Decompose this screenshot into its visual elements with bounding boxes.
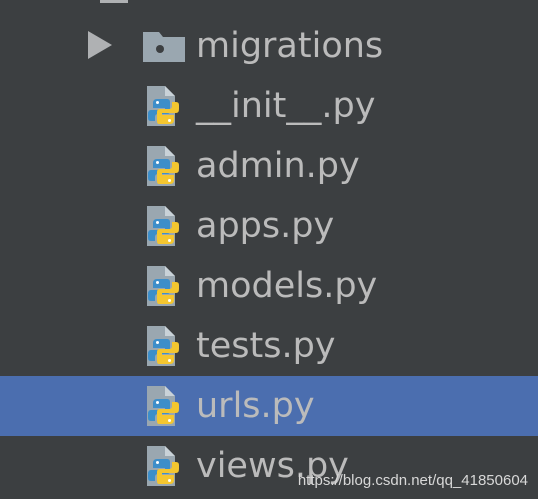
- tree-row-file[interactable]: tests.py: [0, 316, 538, 376]
- folder-icon: [143, 32, 185, 62]
- tree-row-file[interactable]: models.py: [0, 256, 538, 316]
- project-tree: migrations __init__.py admin.py apps.py …: [0, 16, 538, 496]
- file-label: admin.py: [196, 146, 360, 186]
- tree-row-file[interactable]: __init__.py: [0, 76, 538, 136]
- tree-row-file[interactable]: apps.py: [0, 196, 538, 256]
- python-file-icon: [147, 206, 179, 246]
- file-label: __init__.py: [196, 86, 376, 126]
- tree-row-file-selected[interactable]: urls.py: [0, 376, 538, 436]
- folder-label: migrations: [196, 26, 384, 66]
- python-file-icon: [147, 446, 179, 486]
- tree-row-file[interactable]: admin.py: [0, 136, 538, 196]
- file-label: tests.py: [196, 326, 336, 366]
- watermark-text: https://blog.csdn.net/qq_41850604: [297, 472, 528, 489]
- file-label: apps.py: [196, 206, 335, 246]
- python-file-icon: [147, 386, 179, 426]
- python-file-icon: [147, 266, 179, 306]
- file-label: urls.py: [196, 386, 315, 426]
- python-file-icon: [147, 326, 179, 366]
- tree-row-migrations[interactable]: migrations: [0, 16, 538, 76]
- python-file-icon: [147, 146, 179, 186]
- expand-arrow-icon[interactable]: [88, 31, 112, 59]
- python-file-icon: [147, 86, 179, 126]
- file-label: models.py: [196, 266, 378, 306]
- parent-row-stub: [100, 0, 128, 3]
